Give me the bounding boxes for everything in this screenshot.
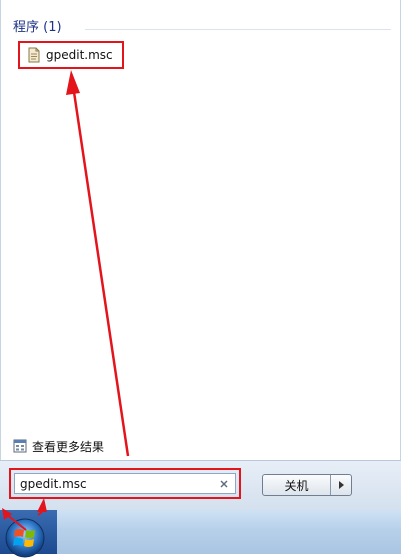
- taskbar: [0, 510, 401, 558]
- group-divider: [85, 29, 391, 30]
- programs-header-label: 程序 (1): [13, 20, 62, 35]
- search-highlight-box: [9, 468, 241, 499]
- search-box: [14, 473, 236, 494]
- programs-group-header: 程序 (1): [13, 20, 391, 36]
- shutdown-options-button[interactable]: [331, 475, 351, 495]
- shutdown-control: 关机: [262, 474, 352, 496]
- start-menu-results-pane: 程序 (1) gpedit.msc 查看更多结果: [0, 0, 401, 460]
- document-icon: [28, 47, 40, 63]
- result-item-gpedit[interactable]: gpedit.msc: [18, 41, 124, 69]
- see-more-label: 查看更多结果: [32, 439, 105, 454]
- result-item-label: gpedit.msc: [46, 48, 113, 62]
- shutdown-button[interactable]: 关机: [263, 475, 331, 495]
- search-results-icon: [13, 439, 27, 453]
- windows-orb-icon: [5, 518, 45, 558]
- start-button[interactable]: [0, 510, 57, 558]
- start-menu-bottom-bar: 关机: [0, 460, 401, 511]
- close-icon[interactable]: [216, 476, 232, 492]
- see-more-results-link[interactable]: 查看更多结果: [13, 437, 104, 455]
- search-input[interactable]: [15, 474, 216, 493]
- triangle-right-icon: [339, 481, 344, 489]
